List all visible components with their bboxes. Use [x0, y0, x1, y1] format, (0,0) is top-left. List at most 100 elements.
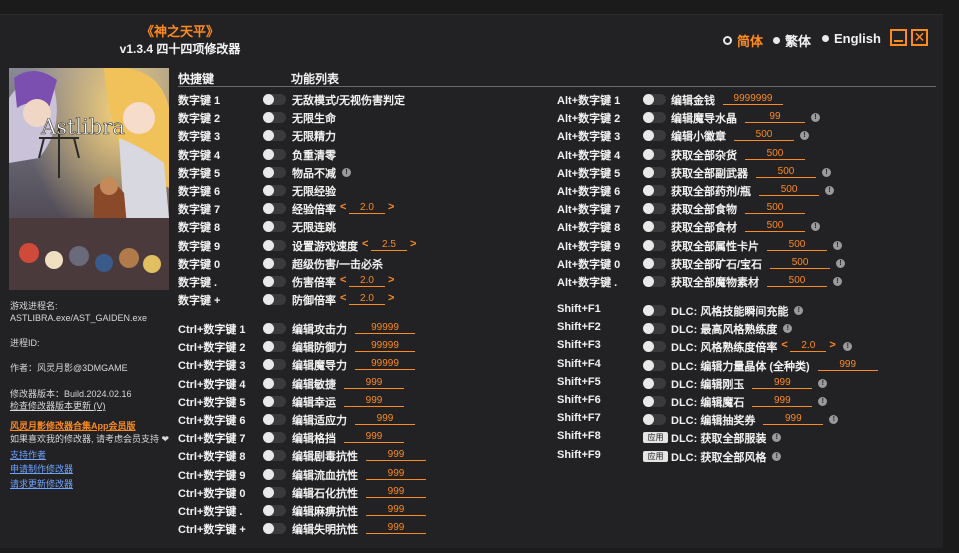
value-input[interactable]: 999: [752, 377, 813, 389]
info-icon[interactable]: !: [341, 167, 351, 177]
value-input[interactable]: 999: [365, 504, 426, 516]
increase-arrow[interactable]: >: [829, 339, 835, 351]
toggle-switch[interactable]: [643, 377, 666, 389]
increase-arrow[interactable]: >: [388, 292, 394, 304]
toggle-switch[interactable]: [643, 130, 666, 142]
increase-arrow[interactable]: >: [388, 274, 394, 286]
toggle-switch[interactable]: [263, 276, 286, 287]
toggle-switch[interactable]: [263, 414, 286, 425]
toggle-switch[interactable]: [263, 257, 286, 269]
increase-arrow[interactable]: >: [388, 201, 394, 213]
value-input[interactable]: 500: [744, 148, 805, 160]
info-icon[interactable]: !: [825, 186, 835, 195]
value-input[interactable]: 999: [365, 449, 426, 462]
value-input[interactable]: 999: [365, 522, 426, 535]
value-input[interactable]: 500: [766, 275, 827, 287]
toggle-switch[interactable]: [263, 377, 286, 389]
stepper-value[interactable]: 2.0: [348, 275, 385, 287]
value-input[interactable]: 500: [744, 202, 805, 215]
info-icon[interactable]: !: [832, 240, 842, 250]
stepper-value[interactable]: 2.5: [370, 239, 407, 251]
toggle-switch[interactable]: [643, 166, 666, 178]
stepper-value[interactable]: 2.0: [348, 293, 385, 306]
toggle-switch[interactable]: [263, 468, 286, 480]
toggle-switch[interactable]: [643, 112, 666, 124]
promo-link[interactable]: 风灵月影修改器合集App会员版: [10, 420, 136, 432]
toggle-switch[interactable]: [263, 94, 286, 105]
toggle-switch[interactable]: [263, 523, 286, 535]
toggle-switch[interactable]: [643, 239, 666, 251]
toggle-switch[interactable]: [643, 341, 666, 353]
request-trainer-link[interactable]: 申请制作修改器: [10, 463, 73, 475]
lang-simplified[interactable]: 简体: [723, 31, 763, 50]
apply-button[interactable]: 应用: [643, 432, 668, 444]
toggle-switch[interactable]: [263, 185, 286, 196]
close-button[interactable]: ✕: [911, 29, 928, 46]
decrease-arrow[interactable]: <: [340, 201, 346, 213]
info-icon[interactable]: !: [836, 258, 846, 268]
value-input[interactable]: 999: [343, 377, 404, 389]
toggle-switch[interactable]: [643, 396, 666, 407]
value-input[interactable]: 999: [343, 431, 404, 444]
toggle-switch[interactable]: [643, 257, 666, 269]
toggle-switch[interactable]: [263, 203, 286, 215]
toggle-switch[interactable]: [263, 148, 286, 160]
decrease-arrow[interactable]: <: [781, 339, 787, 351]
request-update-link[interactable]: 请求更新修改器: [10, 478, 73, 490]
value-input[interactable]: 500: [759, 184, 820, 196]
toggle-switch[interactable]: [263, 505, 286, 516]
increase-arrow[interactable]: >: [410, 238, 416, 250]
toggle-switch[interactable]: [263, 166, 286, 178]
value-input[interactable]: 500: [766, 239, 827, 251]
stepper-value[interactable]: 2.0: [790, 340, 827, 353]
stepper-value[interactable]: 2.0: [348, 202, 385, 215]
minimize-button[interactable]: [890, 29, 907, 46]
toggle-switch[interactable]: [263, 432, 286, 444]
value-input[interactable]: 500: [755, 166, 816, 178]
value-input[interactable]: 999: [365, 486, 426, 498]
toggle-switch[interactable]: [263, 395, 286, 407]
toggle-switch[interactable]: [643, 185, 666, 196]
toggle-switch[interactable]: [643, 414, 666, 426]
decrease-arrow[interactable]: <: [340, 274, 346, 286]
toggle-switch[interactable]: [263, 323, 286, 334]
info-icon[interactable]: !: [832, 277, 842, 286]
toggle-switch[interactable]: [643, 203, 666, 215]
value-input[interactable]: 500: [744, 220, 805, 233]
toggle-switch[interactable]: [643, 359, 666, 371]
toggle-switch[interactable]: [263, 450, 286, 462]
decrease-arrow[interactable]: <: [340, 292, 346, 304]
toggle-switch[interactable]: [643, 323, 666, 335]
value-input[interactable]: 999: [343, 395, 404, 407]
toggle-switch[interactable]: [263, 239, 286, 251]
value-input[interactable]: 99999: [354, 322, 415, 334]
value-input[interactable]: 9999999: [722, 93, 783, 105]
value-input[interactable]: 99: [744, 111, 805, 124]
value-input[interactable]: 999: [354, 413, 415, 425]
toggle-switch[interactable]: [263, 486, 286, 498]
toggle-switch[interactable]: [263, 341, 286, 353]
toggle-switch[interactable]: [643, 148, 666, 160]
toggle-switch[interactable]: [643, 94, 666, 105]
toggle-switch[interactable]: [263, 221, 286, 233]
info-icon[interactable]: !: [821, 167, 831, 177]
value-input[interactable]: 999: [752, 395, 813, 407]
value-input[interactable]: 500: [770, 257, 831, 269]
apply-button[interactable]: 应用: [643, 450, 668, 462]
toggle-switch[interactable]: [643, 305, 666, 316]
support-author-link[interactable]: 支持作者: [10, 449, 46, 461]
value-input[interactable]: 999: [763, 413, 824, 426]
toggle-switch[interactable]: [263, 130, 286, 142]
value-input[interactable]: 99999: [354, 358, 415, 371]
toggle-switch[interactable]: [643, 276, 666, 287]
toggle-switch[interactable]: [263, 294, 286, 306]
value-input[interactable]: 99999: [354, 340, 415, 353]
decrease-arrow[interactable]: <: [362, 238, 368, 250]
lang-traditional[interactable]: 繁体: [773, 31, 811, 50]
value-input[interactable]: 999: [817, 359, 878, 371]
info-icon[interactable]: !: [772, 451, 782, 461]
lang-english[interactable]: English: [822, 31, 881, 46]
value-input[interactable]: 500: [733, 129, 794, 142]
value-input[interactable]: 999: [365, 468, 426, 480]
toggle-switch[interactable]: [263, 112, 286, 124]
